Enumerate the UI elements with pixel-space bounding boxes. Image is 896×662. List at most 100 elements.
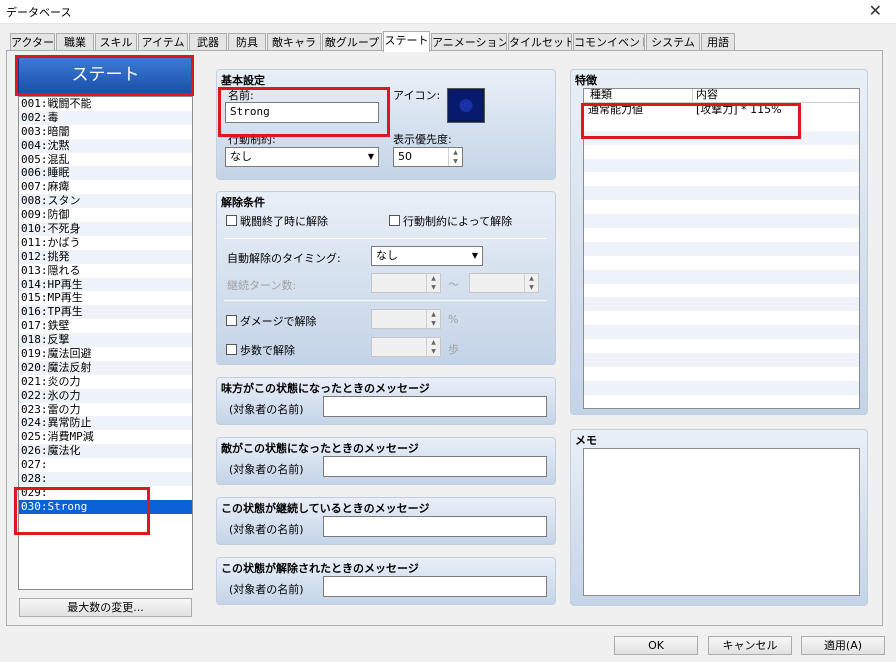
list-item[interactable]: 011:かばう xyxy=(19,236,192,250)
tab-troop[interactable]: 敵グループ xyxy=(322,33,382,51)
list-item[interactable]: 007:麻痺 xyxy=(19,180,192,194)
table-row[interactable] xyxy=(584,228,859,242)
priority-stepper[interactable]: 50 ▲ ▼ xyxy=(393,147,463,167)
list-item[interactable]: 028: xyxy=(19,472,192,486)
spin-arrows-icon[interactable]: ▲ ▼ xyxy=(426,274,440,292)
list-item[interactable]: 017:鉄壁 xyxy=(19,319,192,333)
list-item[interactable]: 027: xyxy=(19,458,192,472)
table-row[interactable] xyxy=(584,353,859,367)
list-item[interactable]: 003:暗闇 xyxy=(19,125,192,139)
tab-animation[interactable]: アニメーション xyxy=(431,33,507,51)
tab-system[interactable]: システム xyxy=(646,33,700,51)
table-row[interactable] xyxy=(584,311,859,325)
tab-terms[interactable]: 用語 xyxy=(701,33,735,51)
list-item[interactable]: 004:沈黙 xyxy=(19,138,192,153)
table-row[interactable] xyxy=(584,241,859,256)
cancel-button[interactable]: キャンセル xyxy=(708,636,792,655)
table-row[interactable] xyxy=(584,145,859,159)
list-item[interactable]: 022:氷の力 xyxy=(19,388,192,403)
table-row[interactable] xyxy=(584,130,859,145)
ok-button[interactable]: OK xyxy=(614,636,698,655)
damage-percent-stepper[interactable]: ▲ ▼ xyxy=(371,309,441,329)
name-field[interactable]: Strong xyxy=(225,102,379,123)
restriction-select[interactable]: なし ▼ xyxy=(225,147,379,167)
table-row[interactable] xyxy=(584,284,859,298)
table-row[interactable] xyxy=(584,214,859,229)
table-row[interactable] xyxy=(584,297,859,312)
list-item[interactable]: 016:TP再生 xyxy=(19,305,192,320)
list-item[interactable]: 026:魔法化 xyxy=(19,444,192,459)
table-row[interactable] xyxy=(584,172,859,186)
steps-remove-checkbox[interactable]: 歩数で解除 xyxy=(226,342,295,358)
list-item[interactable]: 014:HP再生 xyxy=(19,277,192,292)
duration-min-stepper[interactable]: ▲ ▼ xyxy=(371,273,441,293)
list-item[interactable]: 008:スタン xyxy=(19,194,192,209)
table-row[interactable] xyxy=(584,395,859,408)
table-row[interactable] xyxy=(584,158,859,173)
tab-armor[interactable]: 防具 xyxy=(228,33,266,51)
restriction-remove-label: 行動制約によって解除 xyxy=(403,215,513,228)
battle-end-checkbox[interactable]: 戦闘終了時に解除 xyxy=(226,213,328,229)
spin-arrows-icon[interactable]: ▲ ▼ xyxy=(426,310,440,328)
memo-textarea[interactable] xyxy=(583,448,860,596)
list-item[interactable]: 010:不死身 xyxy=(19,222,192,236)
steps-unit-label: 歩 xyxy=(448,343,459,356)
list-item-selected[interactable]: 030:Strong xyxy=(19,499,192,514)
tab-common-event[interactable]: コモンイベント xyxy=(573,33,645,51)
list-item[interactable]: 005:混乱 xyxy=(19,153,192,167)
list-item[interactable]: 015:MP再生 xyxy=(19,291,192,305)
spin-arrows-icon[interactable]: ▲ ▼ xyxy=(448,148,462,166)
change-max-button[interactable]: 最大数の変更... xyxy=(19,598,192,617)
checkbox-icon xyxy=(389,215,400,226)
table-row[interactable]: 通常能力値 [攻撃力] * 115% xyxy=(584,103,859,117)
table-row[interactable] xyxy=(584,186,859,201)
list-item[interactable]: 002:毒 xyxy=(19,110,192,125)
list-item[interactable]: 021:炎の力 xyxy=(19,375,192,389)
message-ally-field[interactable] xyxy=(323,396,547,417)
restriction-remove-checkbox[interactable]: 行動制約によって解除 xyxy=(389,213,512,229)
spin-arrows-icon[interactable]: ▲ ▼ xyxy=(524,274,538,292)
table-row[interactable] xyxy=(584,256,859,270)
tab-weapon[interactable]: 武器 xyxy=(189,33,227,51)
duration-max-stepper[interactable]: ▲ ▼ xyxy=(469,273,539,293)
tab-item[interactable]: アイテム xyxy=(138,33,188,51)
damage-remove-checkbox[interactable]: ダメージで解除 xyxy=(226,313,316,329)
name-label: 名前: xyxy=(228,89,254,102)
steps-stepper[interactable]: ▲ ▼ xyxy=(371,337,441,357)
list-item[interactable]: 018:反撃 xyxy=(19,333,192,348)
list-item[interactable]: 024:異常防止 xyxy=(19,416,192,431)
list-item[interactable]: 023:雷の力 xyxy=(19,403,192,417)
spin-arrows-icon[interactable]: ▲ ▼ xyxy=(426,338,440,356)
list-item[interactable]: 013:隠れる xyxy=(19,264,192,278)
auto-timing-select[interactable]: なし ▼ xyxy=(371,246,483,266)
tab-tileset[interactable]: タイルセット xyxy=(508,33,572,51)
list-item[interactable]: 006:睡眠 xyxy=(19,166,192,181)
tab-actor[interactable]: アクター xyxy=(10,33,55,51)
message-removed-field[interactable] xyxy=(323,576,547,597)
table-row[interactable] xyxy=(584,200,859,214)
traits-table[interactable]: 種類 内容 通常能力値 [攻撃力] * 115% xyxy=(583,88,860,409)
list-item[interactable]: 025:消費MP減 xyxy=(19,430,192,444)
list-item[interactable]: 029: xyxy=(19,486,192,500)
state-icon-preview[interactable] xyxy=(447,88,485,123)
tab-enemy[interactable]: 敵キャラ xyxy=(267,33,321,51)
tab-state[interactable]: ステート xyxy=(383,31,430,52)
table-row[interactable] xyxy=(584,339,859,353)
tab-skill[interactable]: スキル xyxy=(95,33,137,51)
list-item[interactable]: 009:防御 xyxy=(19,208,192,222)
table-row[interactable] xyxy=(584,380,859,395)
table-row[interactable] xyxy=(584,117,859,131)
close-icon[interactable]: ✕ xyxy=(869,1,882,20)
list-item[interactable]: 019:魔法回避 xyxy=(19,347,192,361)
message-continue-field[interactable] xyxy=(323,516,547,537)
message-enemy-field[interactable] xyxy=(323,456,547,477)
list-item[interactable]: 020:魔法反射 xyxy=(19,360,192,375)
table-row[interactable] xyxy=(584,325,859,340)
table-row[interactable] xyxy=(584,269,859,284)
list-item[interactable]: 001:戦闘不能 xyxy=(19,97,192,111)
tab-class[interactable]: 職業 xyxy=(56,33,94,51)
list-item[interactable]: 012:挑発 xyxy=(19,249,192,264)
apply-button[interactable]: 適用(A) xyxy=(801,636,885,655)
table-row[interactable] xyxy=(584,367,859,381)
state-list[interactable]: 001:戦闘不能 002:毒 003:暗闇 004:沈黙 005:混乱 006:… xyxy=(18,96,193,590)
